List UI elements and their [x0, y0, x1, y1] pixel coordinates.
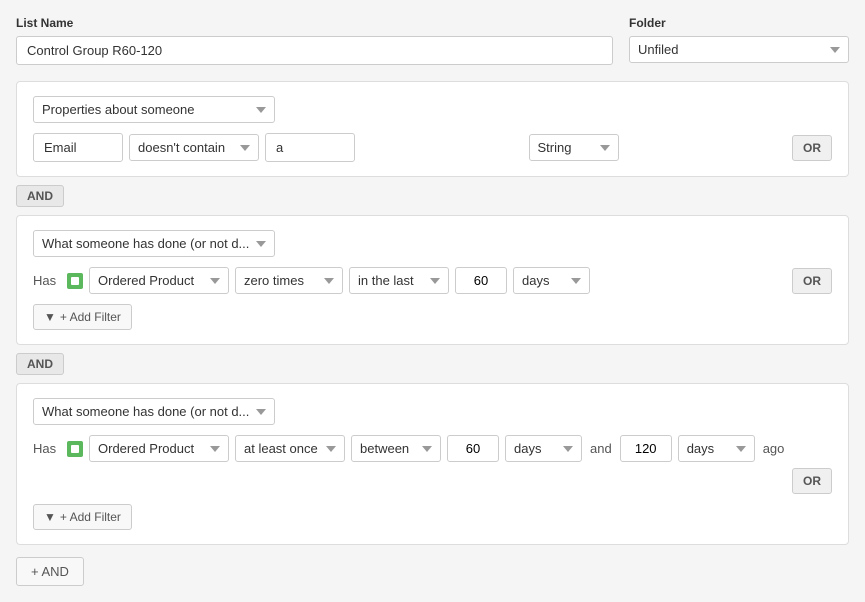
block3-card: What someone has done (or not d... Prope… [16, 383, 849, 545]
block3-days-unit-select1[interactable]: days weeks months [505, 435, 582, 462]
block2-or-button[interactable]: OR [792, 268, 832, 294]
block1-header: Properties about someone What someone ha… [33, 96, 832, 123]
block2-time-select[interactable]: in the last before after between [349, 267, 449, 294]
block2-add-filter-label: + Add Filter [60, 310, 121, 324]
block2-event-select[interactable]: Ordered Product [89, 267, 229, 294]
block2-add-filter-icon: ▼ [44, 310, 56, 324]
block1-value-input[interactable] [265, 133, 355, 162]
block3-days-unit-select2[interactable]: days weeks months [678, 435, 755, 462]
and-badge-1: AND [16, 185, 64, 207]
block3-header: What someone has done (or not d... Prope… [33, 398, 832, 425]
block3-add-filter-row: ▼ + Add Filter [33, 494, 832, 530]
block3-and-text: and [588, 436, 614, 461]
block1-filter-row: doesn't contain contains equals is empty… [33, 133, 832, 162]
folder-select[interactable]: Unfiled My Lists Shared Lists [629, 36, 849, 63]
block3-event-select[interactable]: Ordered Product [89, 435, 229, 462]
list-name-input[interactable] [16, 36, 613, 65]
block2-frequency-select[interactable]: zero times at least once exactly more th… [235, 267, 343, 294]
block3-time-select[interactable]: between in the last before after [351, 435, 441, 462]
add-and-button[interactable]: + AND [16, 557, 84, 586]
list-name-group: List Name [16, 16, 613, 65]
block3-or-button[interactable]: OR [792, 468, 832, 494]
block3-category-select[interactable]: What someone has done (or not d... Prope… [33, 398, 275, 425]
block1-card: Properties about someone What someone ha… [16, 81, 849, 177]
block3-ago-text: ago [761, 436, 787, 461]
block1-type-select[interactable]: String Number Date [529, 134, 619, 161]
and-badge-2: AND [16, 353, 64, 375]
block2-header: What someone has done (or not d... Prope… [33, 230, 832, 257]
and-separator-1: AND [16, 185, 849, 207]
block2-days-input[interactable] [455, 267, 507, 294]
block3-days-input2[interactable] [620, 435, 672, 462]
block3-days-input1[interactable] [447, 435, 499, 462]
block2-category-select[interactable]: What someone has done (or not d... Prope… [33, 230, 275, 257]
list-name-label: List Name [16, 16, 613, 30]
top-row: List Name Folder Unfiled My Lists Shared… [16, 16, 849, 65]
block1-operator-select[interactable]: doesn't contain contains equals is empty [129, 134, 259, 161]
block3-add-filter-button[interactable]: ▼ + Add Filter [33, 504, 132, 530]
block3-frequency-select[interactable]: at least once zero times exactly more th… [235, 435, 345, 462]
add-and-row: + AND [16, 553, 849, 586]
block1-or-button[interactable]: OR [792, 135, 832, 161]
block2-has-label: Has [33, 273, 61, 288]
block3-event-icon [67, 441, 83, 457]
block2-days-unit-select[interactable]: days weeks months [513, 267, 590, 294]
page-container: List Name Folder Unfiled My Lists Shared… [16, 16, 849, 586]
block3-add-filter-label: + Add Filter [60, 510, 121, 524]
block1-property-input[interactable] [33, 133, 123, 162]
folder-label: Folder [629, 16, 849, 30]
block2-add-filter-row: ▼ + Add Filter [33, 294, 832, 330]
block2-event-icon [67, 273, 83, 289]
and-separator-2: AND [16, 353, 849, 375]
block1-category-select[interactable]: Properties about someone What someone ha… [33, 96, 275, 123]
block2-filter-row: Has Ordered Product zero times at least … [33, 267, 832, 294]
block2-add-filter-button[interactable]: ▼ + Add Filter [33, 304, 132, 330]
add-and-label: + AND [31, 564, 69, 579]
block3-add-filter-icon: ▼ [44, 510, 56, 524]
block3-has-label: Has [33, 441, 61, 456]
block3-filter-row: Has Ordered Product at least once zero t… [33, 435, 832, 494]
folder-group: Folder Unfiled My Lists Shared Lists [629, 16, 849, 65]
block2-card: What someone has done (or not d... Prope… [16, 215, 849, 345]
